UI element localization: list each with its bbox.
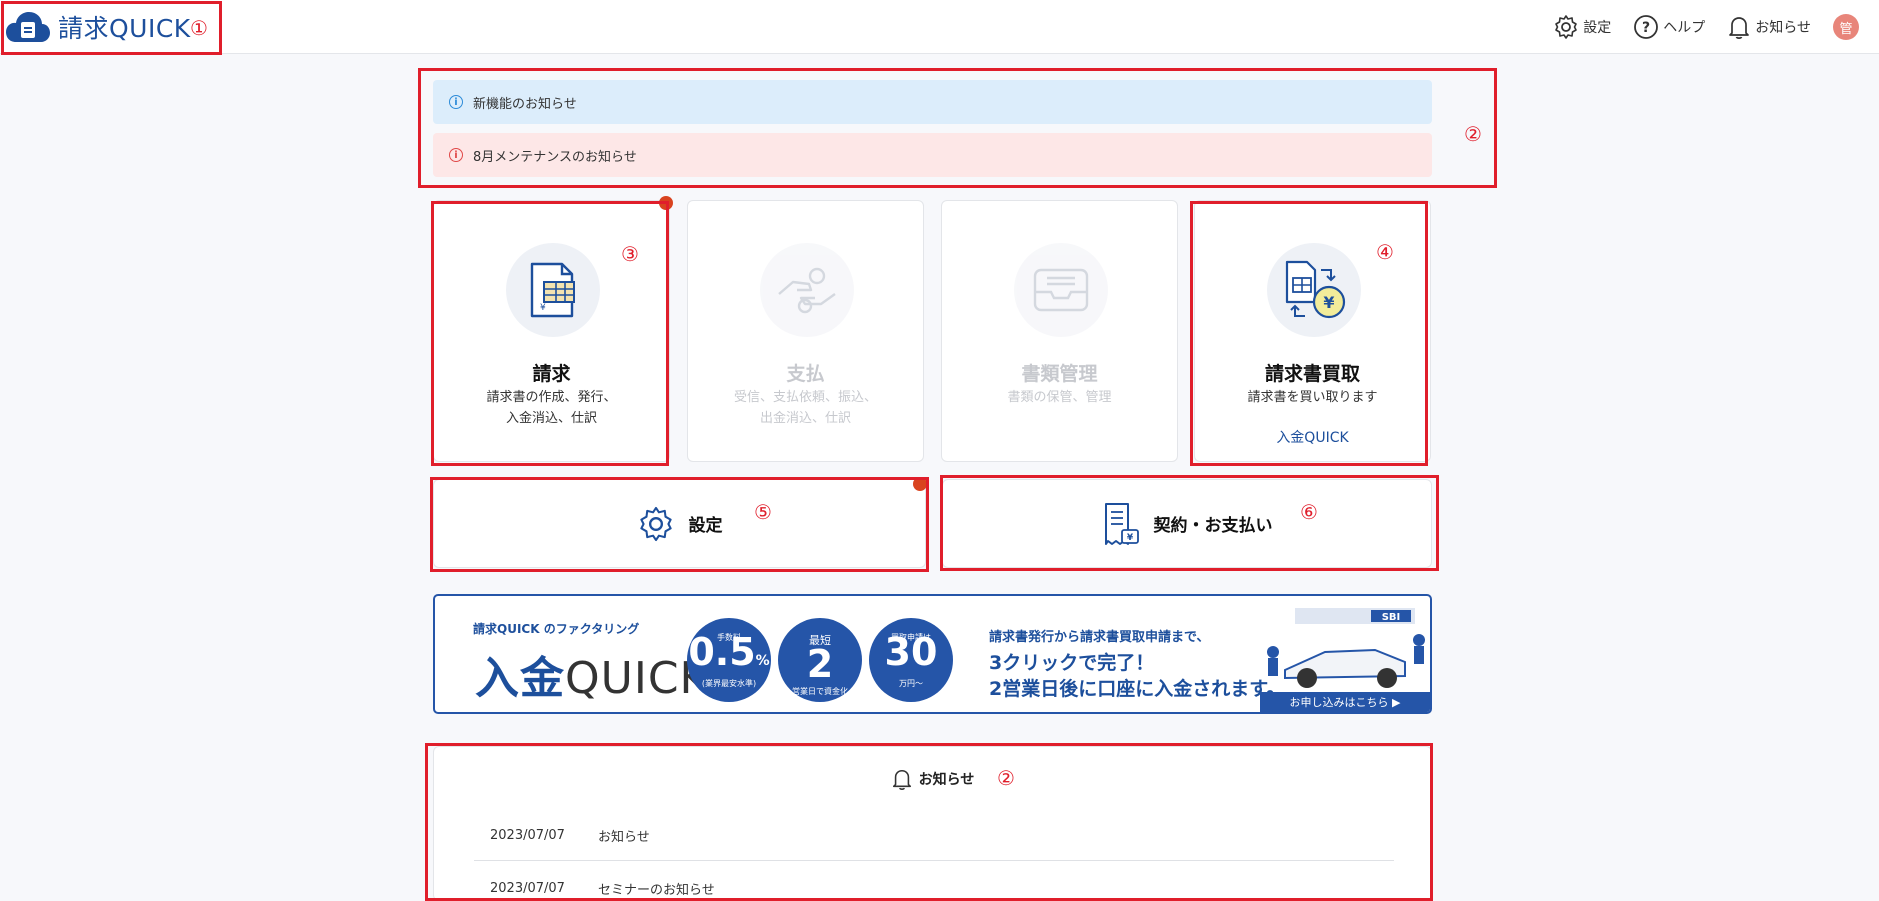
header-notice-link[interactable]: お知らせ <box>1727 14 1811 40</box>
card-title: 請求書買取 <box>1264 363 1360 385</box>
notice-new-features[interactable]: i 新機能のお知らせ <box>433 80 1432 124</box>
settings-notification-dot <box>913 477 927 491</box>
card-payment: 支払 受信、支払依頼、振込、 出金消込、仕訳 <box>687 200 924 462</box>
card-title: 書類管理 <box>1021 363 1098 385</box>
receipt-icon: ¥ <box>1104 502 1139 545</box>
nyukin-quick-link[interactable]: 入金QUICK <box>1195 427 1430 447</box>
news-date: 2023/07/07 <box>490 880 565 896</box>
news-date: 2023/07/07 <box>490 828 565 843</box>
info-icon: i <box>449 95 463 109</box>
news-item[interactable]: 2023/07/07 セミナーのお知らせ <box>474 863 1394 901</box>
card-desc-line: 請求書を買い取ります <box>1247 390 1378 405</box>
card-icon-bg: ¥ <box>506 243 600 337</box>
header-help-label: ヘルプ <box>1663 20 1706 36</box>
header-settings-label: 設定 <box>1583 20 1612 36</box>
fee-note: (業界最安水準) <box>701 679 757 688</box>
contract-button-label: 契約・お支払い <box>1153 516 1273 536</box>
news-heading-label: お知らせ <box>918 772 975 788</box>
fee-number: 0.5 <box>688 630 756 674</box>
banner-logo-part1: 入金 <box>475 653 565 704</box>
card-desc-line: 入金消込、仕訳 <box>505 411 597 426</box>
user-avatar[interactable]: 管 <box>1833 14 1859 40</box>
days-value: 2 <box>806 642 834 686</box>
card-notification-dot <box>659 196 673 210</box>
days-badge: 最短 2 営業日で資金化 <box>778 618 862 702</box>
amount-unit: 万円〜 <box>899 679 923 688</box>
amount-value: 30 <box>884 630 938 674</box>
banner-tagline: 請求QUICK のファクタリング <box>473 622 640 636</box>
bell-icon <box>892 769 911 790</box>
app-logo[interactable]: 請求QUICK <box>6 9 191 45</box>
alert-icon: i <box>449 148 463 162</box>
annotation-marker-3: ③ <box>621 242 639 266</box>
cloud-document-icon <box>6 12 50 42</box>
annotation-marker-2b: ② <box>997 766 1015 790</box>
svg-text:?: ? <box>1642 20 1650 36</box>
notice-maintenance[interactable]: i 8月メンテナンスのお知らせ <box>433 133 1432 177</box>
card-title: 請求 <box>532 363 571 385</box>
race-car-illustration: SBI <box>1267 608 1425 688</box>
header-settings-link[interactable]: 設定 <box>1553 14 1611 40</box>
banner-copy-line2: 3クリックで完了！ <box>989 652 1155 674</box>
card-invoice-purchase[interactable]: ¥ 請求書買取 請求書を買い取ります 入金QUICK <box>1194 200 1431 462</box>
news-item[interactable]: 2023/07/07 お知らせ <box>474 811 1394 861</box>
contract-payment-button[interactable]: ¥ 契約・お支払い <box>942 479 1432 568</box>
app-header: 請求QUICK 設定 ? ヘルプ お知らせ 管 <box>0 0 1879 54</box>
nyukin-quick-banner[interactable]: 請求QUICK のファクタリング 入金QUICK 手数料 0.5% (業界最安水… <box>433 594 1432 714</box>
card-desc-line: 書類の保管、管理 <box>1007 390 1112 405</box>
card-description: 書類の保管、管理 <box>942 387 1177 408</box>
annotation-marker-2: ② <box>1464 122 1482 146</box>
news-panel: お知らせ 2023/07/07 お知らせ 2023/07/07 セミナーのお知ら… <box>433 746 1432 901</box>
notice-text: 新機能のお知らせ <box>473 96 577 112</box>
amount-badge: 買取申請は 30 万円〜 <box>869 618 953 702</box>
fee-value: 0.5% <box>687 632 771 681</box>
card-icon-bg: ¥ <box>1267 243 1361 337</box>
banner-apply-link[interactable]: お申し込みはこちら ▶ <box>1260 692 1430 712</box>
svg-text:¥: ¥ <box>1126 533 1133 543</box>
settings-button[interactable]: 設定 <box>433 479 926 568</box>
notice-text: 8月メンテナンスのお知らせ <box>473 149 637 165</box>
annotation-marker-5: ⑤ <box>754 500 772 524</box>
card-description: 請求書を買い取ります <box>1195 387 1430 408</box>
banner-copy-line1: 請求書発行から請求書買取申請まで、 <box>989 630 1210 645</box>
invoice-purchase-icon: ¥ <box>1285 260 1346 319</box>
card-desc-line: 請求書の作成、発行、 <box>486 390 617 405</box>
card-description: 受信、支払依頼、振込、 出金消込、仕訳 <box>688 387 923 429</box>
card-icon-bg <box>1014 243 1108 337</box>
gear-icon <box>1555 15 1578 39</box>
sbi-sign: SBI <box>1382 612 1401 623</box>
card-title: 支払 <box>786 363 825 385</box>
annotation-marker-1: ① <box>190 16 208 40</box>
header-notice-label: お知らせ <box>1755 20 1811 36</box>
card-billing[interactable]: ¥ 請求 請求書の作成、発行、 入金消込、仕訳 <box>433 200 670 462</box>
banner-logo: 入金QUICK <box>475 642 709 706</box>
card-description: 請求書の作成、発行、 入金消込、仕訳 <box>434 387 669 429</box>
annotation-marker-6: ⑥ <box>1300 500 1318 524</box>
card-desc-line: 出金消込、仕訳 <box>759 411 851 426</box>
annotation-marker-4: ④ <box>1376 240 1394 264</box>
fee-unit: % <box>755 653 770 669</box>
svg-text:¥: ¥ <box>1323 293 1334 312</box>
news-title: お知らせ <box>598 830 650 845</box>
payment-hands-icon <box>778 267 836 314</box>
card-documents: 書類管理 書類の保管、管理 <box>941 200 1178 462</box>
header-help-link[interactable]: ? ヘルプ <box>1633 14 1705 40</box>
settings-button-label: 設定 <box>688 516 723 536</box>
news-title: セミナーのお知らせ <box>598 882 715 898</box>
inbox-tray-icon <box>1033 268 1089 312</box>
invoice-icon: ¥ <box>530 262 575 318</box>
fee-badge: 手数料 0.5% (業界最安水準) <box>687 618 771 702</box>
card-desc-line: 受信、支払依頼、振込、 <box>733 390 877 405</box>
gear-icon <box>639 506 672 541</box>
help-icon: ? <box>1634 15 1659 39</box>
card-icon-bg <box>760 243 854 337</box>
news-heading: お知らせ <box>434 767 1431 791</box>
bell-icon <box>1729 17 1750 39</box>
svg-text:¥: ¥ <box>540 303 546 313</box>
app-name: 請求QUICK <box>58 14 191 43</box>
days-caption2: 営業日で資金化 <box>792 687 848 696</box>
banner-copy-line3: 2営業日後に口座に入金されます。 <box>989 678 1286 700</box>
